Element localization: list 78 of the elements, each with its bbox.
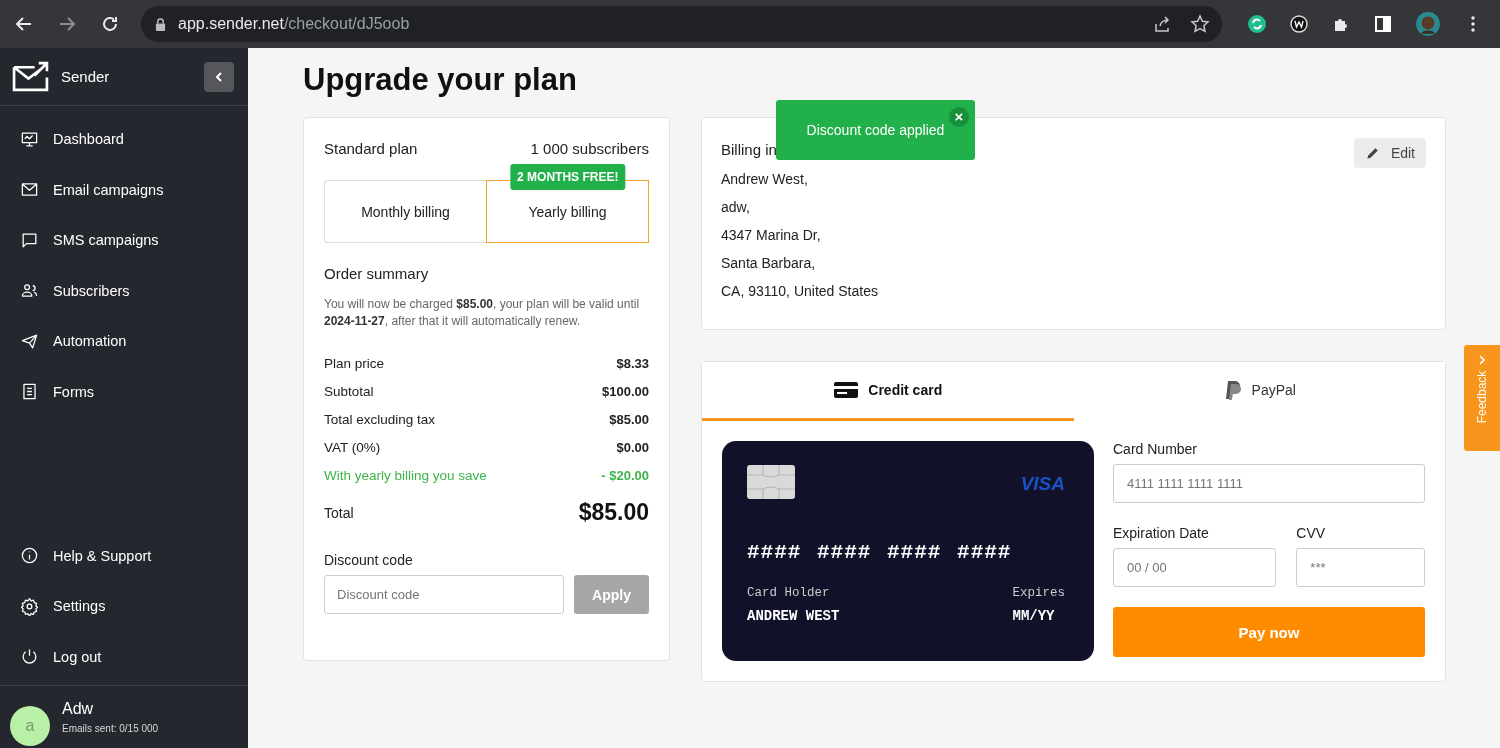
summary-label: Subtotal [324, 383, 374, 399]
expires-label: Expires [1012, 586, 1065, 600]
billing-option[interactable]: Monthly billing [324, 180, 486, 243]
profile-avatar-icon[interactable] [1415, 11, 1441, 37]
chevron-left-icon [213, 70, 225, 83]
side-panel-icon[interactable] [1373, 14, 1393, 34]
card-holder-label: Card Holder [747, 586, 831, 600]
address-line: Andrew West, [721, 170, 809, 189]
address-bar[interactable]: app.sender.net/checkout/dJ5oob [141, 6, 1222, 42]
visa-logo: VISA [1020, 473, 1065, 495]
summary-value: $8.33 [616, 355, 649, 371]
payment-tab[interactable]: Credit card [702, 362, 1074, 421]
sync-extension-icon[interactable] [1247, 14, 1267, 34]
summary-value: $85.00 [609, 411, 649, 427]
discount-label: Discount code [324, 552, 414, 568]
expiration-date-field[interactable]: 00 / 00 [1113, 548, 1277, 587]
expiration-date-label: Expiration Date [1113, 525, 1210, 541]
order-summary-text: You will now be charged $85.00, your plan will be valid until 2024-11-27, after that it will automatically renew. [324, 296, 641, 330]
share-icon[interactable] [1152, 14, 1172, 34]
total-value: $85.00 [578, 499, 649, 526]
star-icon[interactable] [1190, 14, 1210, 34]
summary-label: VAT (0%) [324, 439, 381, 455]
summary-label: Plan price [324, 355, 385, 371]
address-line: adw, [721, 198, 751, 217]
card-number-field[interactable]: 4111 1111 1111 1111 [1113, 464, 1425, 503]
edit-button[interactable]: Edit [1353, 138, 1426, 168]
summary-value: $0.00 [616, 439, 649, 455]
sidebar-item[interactable]: Log out [0, 631, 248, 682]
summary-value: - $20.00 [601, 467, 649, 483]
clipboard-icon [20, 382, 39, 402]
logo-icon [12, 61, 49, 92]
pencil-icon [1364, 145, 1381, 161]
sidebar-item[interactable]: Settings [0, 581, 248, 632]
settings-icon [20, 596, 39, 616]
toast-message: Discount code applied [806, 122, 945, 138]
total-label: Total [324, 504, 354, 521]
billing-title: Billing in [721, 141, 777, 158]
sidebar-item[interactable]: Automation [0, 316, 248, 367]
card-number-label: Card Number [1113, 441, 1199, 457]
card-holder-name: ANDREW WEST [747, 608, 840, 624]
sidebar-item[interactable]: Subscribers [0, 265, 248, 316]
free-months-badge: 2 MONTHS FREE! [510, 164, 626, 190]
lock-icon [155, 17, 166, 31]
reload-icon[interactable] [100, 14, 120, 34]
payment-tab[interactable]: PayPal [1073, 362, 1445, 421]
brand-name: Sender [61, 68, 111, 85]
discount-code-field[interactable]: Discount code [324, 575, 564, 614]
sidebar-item[interactable]: Forms [0, 366, 248, 417]
cvv-field[interactable]: *** [1296, 548, 1425, 587]
order-summary-title: Order summary [324, 265, 430, 282]
page-title: Upgrade your plan [303, 62, 578, 99]
plan-name: Standard plan [324, 140, 418, 157]
close-button[interactable]: × [949, 107, 969, 127]
sidebar-item[interactable]: Email campaigns [0, 164, 248, 215]
chip-icon [747, 465, 795, 499]
user-name: Adw [62, 700, 95, 718]
summary-label: With yearly billing you save [324, 467, 487, 483]
billing-option[interactable]: Yearly billing [486, 180, 649, 243]
address-line: 4347 Marina Dr, [721, 226, 822, 245]
subscriber-count: 1 000 subscribers [530, 140, 649, 157]
expires-value: MM/YY [1012, 608, 1056, 624]
collapse-button[interactable] [204, 61, 234, 92]
cvv-label: CVV [1296, 525, 1327, 541]
address-line: CA, 93110, United States [721, 282, 879, 301]
credit-card-icon [833, 381, 860, 399]
power-icon [20, 647, 39, 667]
emails-sent-text: Emails sent: 0/15 000 [62, 723, 159, 734]
chevron-right-icon [1477, 355, 1487, 365]
sidebar-item[interactable]: SMS campaigns [0, 215, 248, 266]
info-icon [20, 546, 39, 566]
sidebar-item[interactable]: Help & Support [0, 530, 248, 581]
address-line: Santa Barbara, [721, 254, 817, 273]
sidebar-item[interactable]: Dashboard [0, 114, 248, 165]
extension-icon[interactable] [1289, 14, 1309, 34]
summary-value: $100.00 [602, 383, 649, 399]
url-text: app.sender.net/checkout/dJ5oob [178, 15, 411, 33]
card-number-mask: #### #### #### #### [747, 541, 1013, 564]
summary-label: Total excluding tax [324, 411, 436, 427]
